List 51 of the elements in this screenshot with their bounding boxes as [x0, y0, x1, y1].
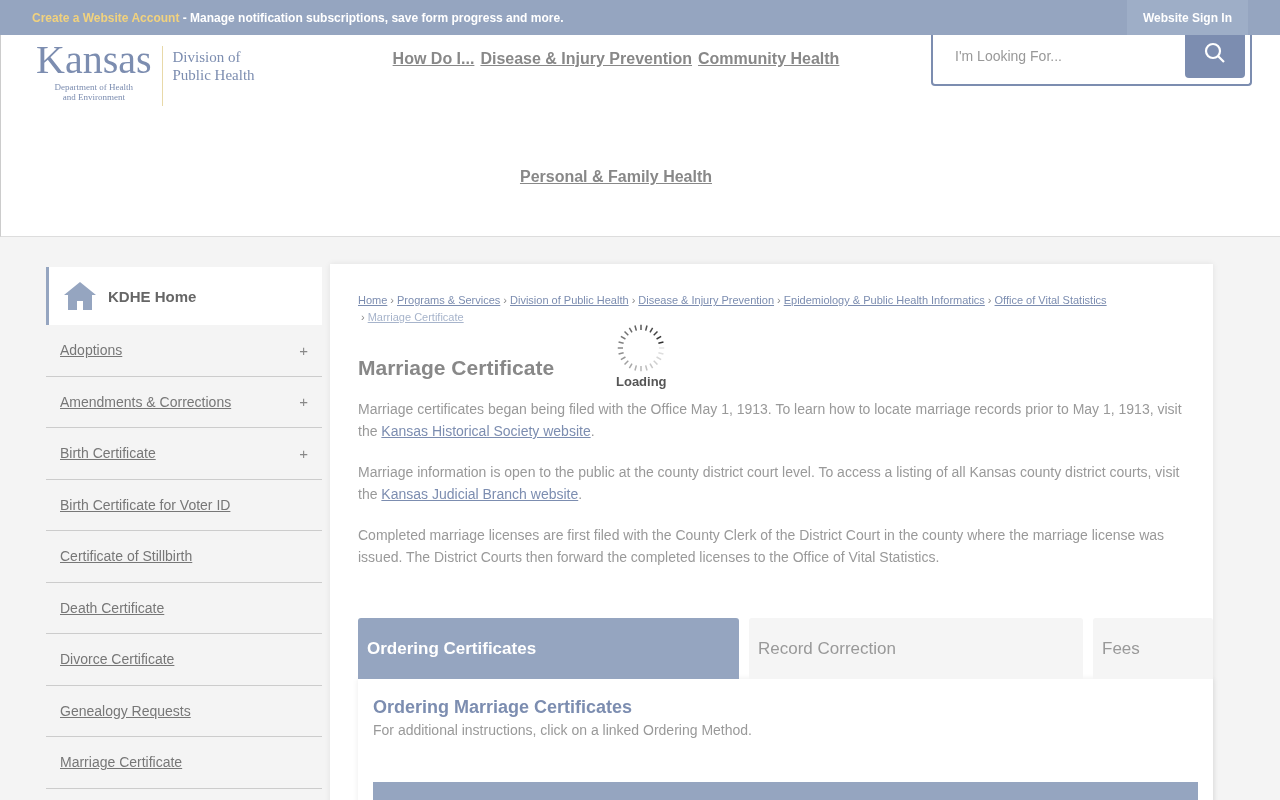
sidebar-link[interactable]: Marriage Certificate — [60, 754, 183, 771]
sidebar-link[interactable]: Genealogy Requests — [60, 702, 191, 719]
text-link[interactable]: Kansas Historical Society website — [381, 423, 591, 439]
division-name: Division of Public Health — [172, 48, 255, 84]
paragraph: Marriage information is open to the public at the county district court level. To access a listing of all Kansas county district courts, visit the Kansas Judicial Branch website. — [358, 463, 1181, 504]
home-icon — [64, 282, 96, 310]
logo-subtitle: and Environment — [62, 92, 125, 102]
search-icon — [1204, 42, 1226, 64]
breadcrumb-link[interactable]: Programs & Services — [397, 294, 501, 306]
notification-message: Create a Website Account - Manage notification subscriptions, save form progress and more. — [32, 10, 564, 25]
breadcrumb-separator: › — [631, 294, 636, 306]
logo-subtitle: Department of Health — [54, 82, 133, 92]
breadcrumb-link[interactable]: Disease & Injury Prevention — [638, 294, 775, 306]
sidebar-link[interactable]: Amendments & Corrections — [60, 393, 232, 410]
breadcrumb-separator: › — [361, 311, 365, 323]
breadcrumb-link[interactable]: Marriage Certificate — [367, 311, 464, 323]
text-link[interactable]: Kansas Judicial Branch website — [381, 486, 579, 502]
breadcrumb-link[interactable]: Division of Public Health — [510, 294, 629, 306]
sidebar-link[interactable]: Birth Certificate — [60, 445, 156, 462]
logo-wordmark: Kansas — [36, 38, 152, 82]
expand-toggle[interactable]: + — [299, 444, 308, 462]
nav-link[interactable]: Disease & Injury Prevention — [480, 48, 693, 70]
expand-toggle[interactable]: + — [299, 341, 308, 359]
panel-instructions: For additional instructions, click on a linked Ordering Method. — [373, 722, 753, 738]
sidebar-link[interactable]: Adoptions — [60, 342, 123, 359]
sidebar-link[interactable]: Birth Certificate for Voter ID — [60, 496, 231, 513]
sidebar-link[interactable]: Divorce Certificate — [60, 651, 175, 668]
panel-heading: Ordering Marriage Certificates — [373, 697, 634, 718]
breadcrumb-separator: › — [390, 294, 394, 306]
tab[interactable]: Record Correction — [749, 618, 1083, 679]
tab[interactable]: Ordering Certificates — [358, 618, 739, 679]
breadcrumb-link[interactable]: Home — [358, 294, 388, 306]
breadcrumb-link[interactable]: Office of Vital Statistics — [994, 294, 1107, 306]
sidebar-link[interactable]: Death Certificate — [60, 599, 165, 616]
paragraph: Completed marriage licenses are first filed with the County Clerk of the District Court in the county where the marriage license was issued. The District Courts then forward the completed licenses to the Office of Vital Statistics. — [358, 526, 1166, 567]
nav-link[interactable]: Community Health — [698, 48, 840, 70]
paragraph: Marriage certificates began being filed with the Office May 1, 1913. To learn how to locate marriage records prior to May 1, 1913, visit the Kansas Historical Society website. — [358, 400, 1183, 441]
page-title: Marriage Certificate — [358, 356, 556, 380]
breadcrumb-separator: › — [503, 294, 507, 306]
breadcrumb-link[interactable]: Epidemiology & Public Health Informatics — [783, 294, 985, 306]
home-link[interactable]: KDHE Home — [46, 267, 322, 325]
expand-toggle[interactable]: + — [299, 393, 308, 411]
loading-spinner-icon — [617, 324, 666, 372]
loading-label: Loading — [616, 374, 667, 389]
nav-link[interactable]: Personal & Family Health — [519, 166, 713, 188]
breadcrumb-separator: › — [777, 294, 781, 306]
tab[interactable]: Fees — [1093, 618, 1213, 679]
nav-link[interactable]: How Do I... — [392, 48, 475, 70]
sidebar-link[interactable]: Certificate of Stillbirth — [60, 548, 193, 565]
breadcrumb-separator: › — [987, 294, 992, 306]
sign-in-button[interactable]: Website Sign In — [1126, 0, 1248, 35]
